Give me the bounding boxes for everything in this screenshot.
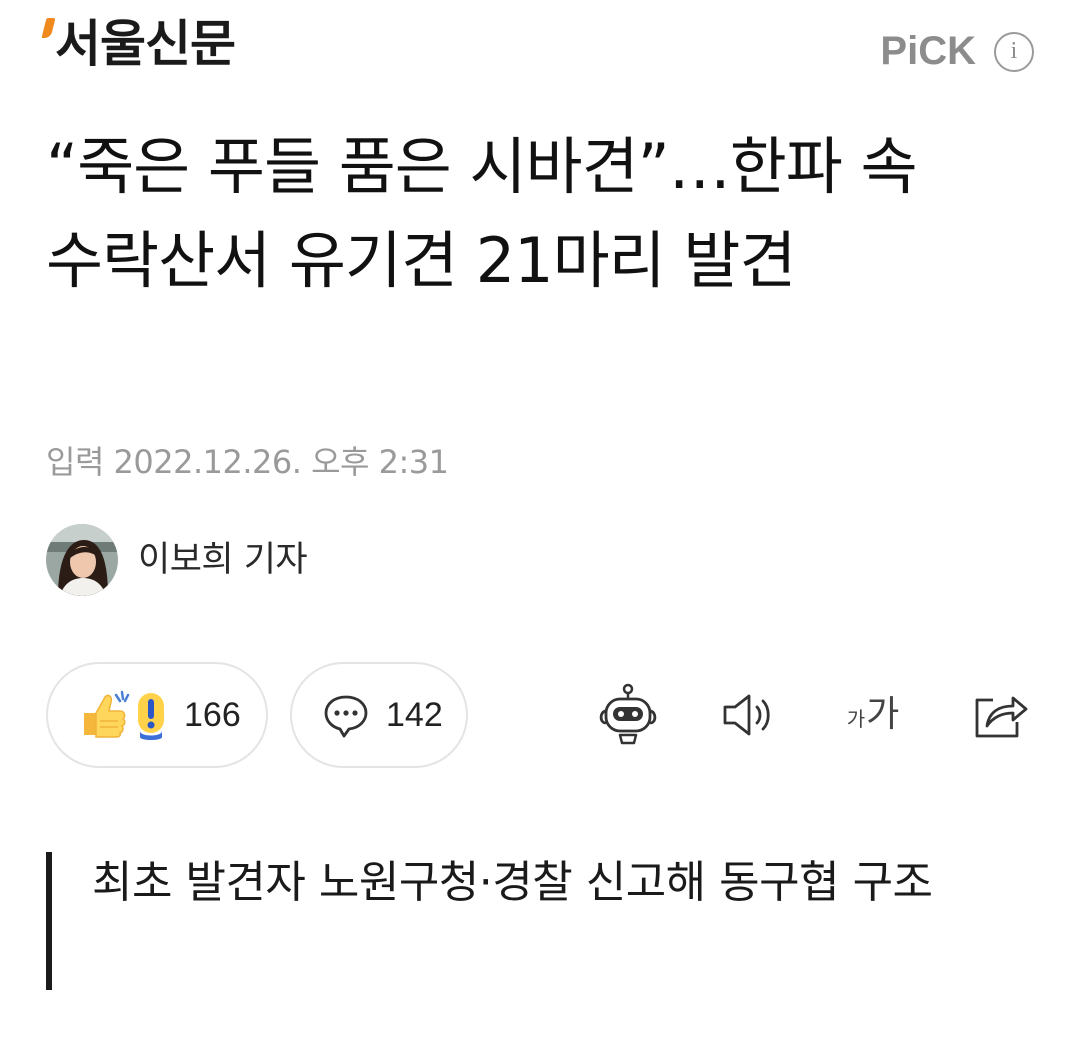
ai-robot-icon xyxy=(599,683,657,745)
comment-bubble-icon xyxy=(324,695,368,738)
publish-date: 입력 2022.12.26. 오후 2:31 xyxy=(46,443,449,481)
article-subtitle-text: 최초 발견자 노원구청·경찰 신고해 동구협 구조 xyxy=(92,857,933,908)
article-subtitle: 최초 발견자 노원구청·경찰 신고해 동구협 구조 xyxy=(46,852,1016,990)
font-size-icon: 가 가 xyxy=(847,697,900,733)
logo-accent-mark xyxy=(41,18,56,38)
header: 서울신문 PiCK i xyxy=(0,0,1080,110)
exclamation-icon xyxy=(138,693,164,740)
article-title: “죽은 푸들 품은 시바견”…한파 속 수락산서 유기견 21마리 발견 xyxy=(46,130,918,297)
font-size-button[interactable]: 가 가 xyxy=(832,680,914,750)
font-size-big-glyph: 가 xyxy=(866,694,900,735)
author-photo xyxy=(46,524,118,596)
author-byline[interactable]: 이보희 기자 xyxy=(46,524,308,596)
info-icon[interactable]: i xyxy=(994,32,1034,72)
reaction-emoji-icon xyxy=(84,690,164,740)
share-button[interactable] xyxy=(968,680,1032,750)
comment-count: 142 xyxy=(386,695,443,734)
read-aloud-button[interactable] xyxy=(716,680,782,750)
font-size-small-glyph: 가 xyxy=(846,707,866,731)
ai-summary-button[interactable] xyxy=(592,680,664,750)
reaction-count: 166 xyxy=(184,695,241,734)
comment-button[interactable]: 142 xyxy=(290,662,468,768)
share-icon xyxy=(975,696,1028,738)
author-name[interactable]: 이보희 기자 xyxy=(138,538,308,582)
publisher-logo-text: 서울신문 xyxy=(55,15,236,73)
publisher-logo[interactable]: 서울신문 xyxy=(41,14,236,74)
author-avatar[interactable] xyxy=(46,524,118,596)
thumbs-up-icon xyxy=(84,690,130,738)
reaction-button[interactable]: 166 xyxy=(46,662,268,768)
pick-badge[interactable]: PiCK xyxy=(880,28,976,74)
speaker-icon xyxy=(723,694,770,736)
